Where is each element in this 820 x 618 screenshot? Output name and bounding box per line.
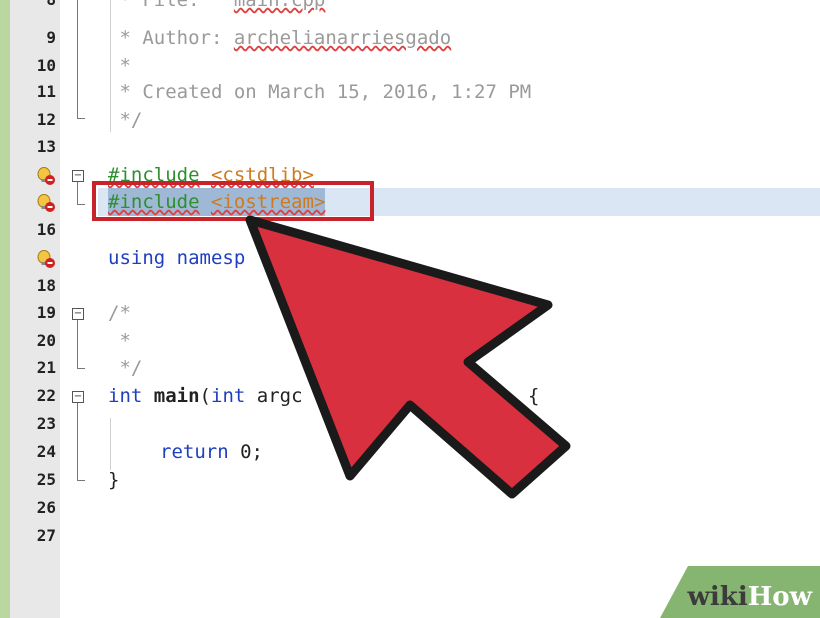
watermark-text: wikiHow <box>687 582 812 612</box>
annotation-arrow <box>245 215 571 499</box>
